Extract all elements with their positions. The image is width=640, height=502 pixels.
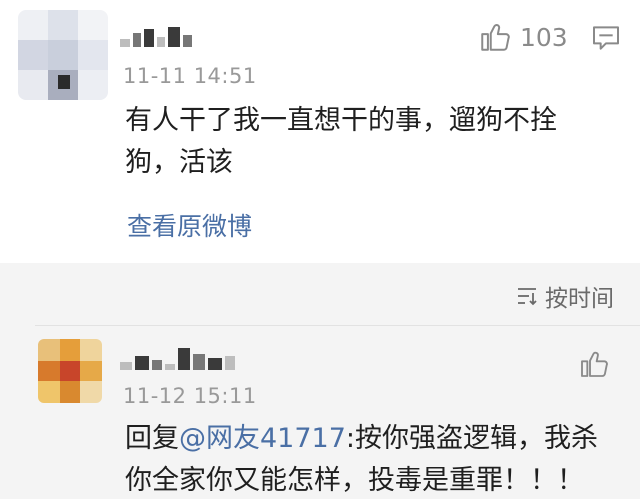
thumbs-up-icon [581,351,608,377]
comment-item: 103 11-11 14:51 有人干了我一直想干的事，遛狗不拴 狗，活该 查看… [0,0,640,263]
comment-text-line: 回复@网友41717:按你强盗逻辑，我杀 [125,418,598,460]
sort-bar: 按时间 [0,263,640,326]
comment-timestamp: 11-12 15:11 [123,384,257,408]
comment-text-line: 你全家你又能怎样，投毒是重罪！！！ [125,465,584,496]
username-blurred[interactable] [120,346,238,370]
sort-by-time-button[interactable]: 按时间 [515,279,614,313]
comment-text: 有人干了我一直想干的事，遛狗不拴 狗，活该 [125,100,557,184]
mention-link[interactable]: @网友41717 [179,423,346,454]
sort-icon [518,288,537,306]
comment-icon [593,26,619,50]
view-original-weibo-link[interactable]: 查看原微博 [127,207,252,243]
comment-button[interactable] [590,22,622,58]
comment-text-line: 狗，活该 [125,147,233,178]
comment-text: 回复@网友41717:按你强盗逻辑，我杀 你全家你又能怎样，投毒是重罪！！！ [125,418,598,502]
reply-prefix: 回复 [125,423,179,454]
comment-item: 11-12 15:11 回复@网友41717:按你强盗逻辑，我杀 你全家你又能怎… [0,326,640,499]
username-blurred[interactable] [120,25,195,47]
like-button[interactable] [578,348,610,380]
comment-text-line: 有人干了我一直想干的事，遛狗不拴 [125,105,557,136]
sort-label: 按时间 [545,286,614,312]
like-count: 103 [520,22,568,52]
thumbs-up-icon [481,24,510,51]
comment-timestamp: 11-11 14:51 [123,64,257,88]
avatar[interactable] [18,10,108,100]
avatar-pixelated-image [18,10,108,100]
comment-text-segment: :按你强盗逻辑，我杀 [345,423,599,454]
like-button[interactable]: 103 [478,20,568,54]
avatar[interactable] [38,339,102,403]
avatar-pixelated-image [38,339,102,403]
